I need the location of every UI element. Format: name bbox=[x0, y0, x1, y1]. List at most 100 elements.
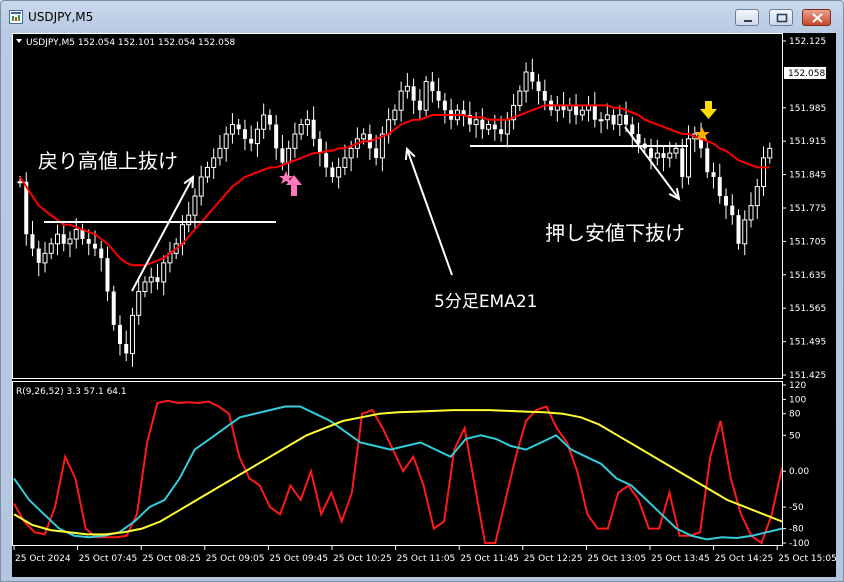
candle-body-down bbox=[36, 248, 41, 263]
candle-body-down bbox=[236, 124, 241, 130]
time-tick-label: 25 Oct 13:05 bbox=[587, 554, 646, 564]
time-axis: 25 Oct 2024 25 Oct 07:45 25 Oct 08:25 25 Oc… bbox=[13, 546, 837, 564]
candle-body-down bbox=[330, 167, 335, 177]
candle-body-down bbox=[86, 239, 91, 244]
candle-body-up bbox=[204, 166, 210, 178]
candle-body-up bbox=[579, 109, 585, 116]
time-tick-label: 25 Oct 12:25 bbox=[524, 554, 583, 564]
chart-canvas: R(9,26,52) 3.3 57.1 64.1 120 100 80 50 0.00 -5… bbox=[12, 33, 837, 564]
arrow-down-to-label bbox=[624, 126, 680, 200]
candle-body-down bbox=[417, 100, 422, 111]
rsi-tick-label: -50 bbox=[789, 503, 804, 513]
close-button[interactable] bbox=[802, 9, 831, 26]
time-tick-label: 25 Oct 09:05 bbox=[206, 554, 265, 564]
candle-body-up bbox=[361, 133, 367, 140]
candle-body-down bbox=[430, 81, 435, 92]
arrow-to-ema bbox=[406, 148, 453, 276]
candle-body-up bbox=[767, 147, 773, 159]
rsi-tick-label: -80 bbox=[789, 525, 804, 535]
rsi-tick-label: 80 bbox=[789, 410, 801, 420]
time-tick-label: 25 Oct 11:45 bbox=[460, 554, 519, 564]
candle-body-up bbox=[336, 166, 342, 178]
maximize-button[interactable] bbox=[769, 9, 793, 26]
annotation-label-3: 押し安値下抜け bbox=[545, 221, 685, 245]
candle-body-up bbox=[423, 81, 429, 111]
candle-body-up bbox=[348, 147, 354, 159]
chart-menu-triangle-icon bbox=[16, 39, 22, 43]
rsi-52-line bbox=[13, 409, 783, 536]
candle-body-down bbox=[274, 124, 279, 149]
candle-body-down bbox=[530, 72, 535, 82]
candle-body-up bbox=[298, 124, 304, 135]
candle-body-up bbox=[742, 219, 748, 245]
candle-body-up bbox=[54, 233, 60, 245]
chart-area[interactable]: R(9,26,52) 3.3 57.1 64.1 120 100 80 50 0.00 -5… bbox=[12, 33, 837, 577]
time-tick-label: 25 Oct 2024 bbox=[15, 554, 71, 564]
price-tick-label: 151.915 bbox=[789, 137, 826, 147]
candle-body-up bbox=[192, 195, 198, 216]
candle-body-down bbox=[30, 234, 35, 249]
candle-body-down bbox=[117, 324, 122, 344]
annotation-label-1: 戻り高値上抜け bbox=[38, 149, 178, 173]
candle-body-up bbox=[504, 119, 510, 135]
rsi-tick-label: 0.00 bbox=[789, 467, 809, 477]
candle-body-up bbox=[161, 262, 167, 283]
candle-body-down bbox=[574, 105, 579, 115]
candle-body-up bbox=[523, 71, 529, 92]
window-title: USDJPY,M5 bbox=[28, 10, 94, 24]
price-tick-label: 151.705 bbox=[789, 237, 826, 247]
candle-body-up bbox=[17, 181, 23, 184]
candle-body-down bbox=[649, 148, 654, 158]
candle-body-up bbox=[42, 252, 48, 264]
candle-body-up bbox=[229, 124, 235, 135]
candle-body-up bbox=[392, 109, 398, 121]
drawing-objects bbox=[44, 101, 717, 292]
candle-body-up bbox=[286, 147, 292, 164]
candle-body-up bbox=[686, 138, 692, 178]
candle-body-up bbox=[486, 124, 492, 130]
candle-body-up bbox=[261, 114, 267, 130]
rsi-panel: R(9,26,52) 3.3 57.1 64.1 120 100 80 50 0.00 -5… bbox=[13, 381, 810, 549]
price-tick-label: 151.425 bbox=[789, 371, 826, 381]
time-tick-label: 25 Oct 08:25 bbox=[142, 554, 201, 564]
candle-body-down bbox=[499, 129, 504, 135]
candle-body-down bbox=[442, 100, 447, 111]
candle-body-down bbox=[105, 258, 110, 292]
candle-body-up bbox=[654, 152, 660, 159]
candle-body-up bbox=[398, 90, 404, 111]
candle-body-up bbox=[129, 314, 135, 355]
candle-body-down bbox=[124, 343, 129, 354]
candle-body-down bbox=[724, 196, 729, 206]
title-bar[interactable]: USDJPY,M5 bbox=[1, 1, 843, 33]
candle-body-down bbox=[624, 114, 629, 125]
current-price-label: 152.058 bbox=[788, 69, 825, 79]
candle-body-up bbox=[186, 214, 192, 226]
rsi-tick-label: 100 bbox=[789, 395, 806, 405]
candle-body-up bbox=[667, 152, 673, 159]
minimize-button[interactable] bbox=[735, 9, 759, 26]
candle-body-down bbox=[711, 172, 716, 177]
candle-body-up bbox=[473, 119, 479, 125]
candle-body-down bbox=[630, 124, 635, 135]
candle-body-up bbox=[673, 147, 679, 154]
time-tick-label: 25 Oct 11:05 bbox=[397, 554, 456, 564]
time-tick-label: 25 Oct 13:45 bbox=[651, 554, 710, 564]
candle-body-down bbox=[717, 176, 722, 197]
candle-body-down bbox=[111, 291, 116, 325]
price-tick-label: 151.565 bbox=[789, 304, 826, 314]
candle-body-up bbox=[217, 147, 223, 159]
candle-body-down bbox=[661, 153, 666, 158]
candle-body-down bbox=[324, 153, 329, 168]
price-tick-label: 152.125 bbox=[789, 37, 826, 47]
candle-body-down bbox=[317, 138, 322, 154]
annotation-label-2: 5分足EMA21 bbox=[434, 292, 538, 312]
rsi-tick-label: -100 bbox=[789, 539, 810, 549]
ohlc-header: USDJPY,M5 152.054 152.101 152.054 152.05… bbox=[26, 38, 236, 48]
candle-body-down bbox=[92, 243, 97, 249]
candle-body-down bbox=[592, 105, 597, 120]
candle-body-up bbox=[748, 205, 754, 221]
candle-body-down bbox=[480, 119, 485, 130]
minimize-icon bbox=[744, 20, 752, 22]
candle-body-down bbox=[736, 215, 741, 244]
candle-body-up bbox=[223, 133, 229, 149]
